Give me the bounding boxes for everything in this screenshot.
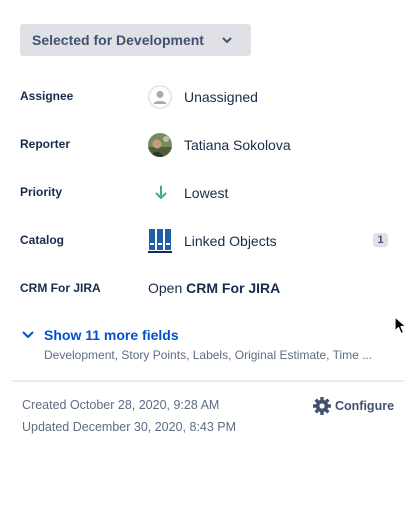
divider [12,380,404,382]
priority-label: Priority [20,185,63,199]
crm-label: CRM For JIRA [20,281,101,295]
status-label: Selected for Development [32,32,204,48]
catalog-count-badge: 1 [373,233,388,247]
crm-link[interactable]: CRM For JIRA [186,280,280,296]
catalog-field[interactable]: Linked Objects [148,229,277,253]
avatar [148,133,172,157]
catalog-icon [148,229,172,253]
updated-date: Updated December 30, 2020, 8:43 PM [22,420,237,434]
user-placeholder-icon [148,85,172,109]
gear-icon [313,397,331,415]
show-more-fields-button[interactable]: Show 11 more fields [22,327,179,343]
assignee-field[interactable]: Unassigned [148,85,258,109]
chevron-down-icon [22,331,34,338]
created-date: Created October 28, 2020, 9:28 AM [22,398,220,412]
priority-value: Lowest [184,185,229,201]
reporter-label: Reporter [20,137,71,151]
configure-button[interactable]: Configure [312,396,394,416]
reporter-field[interactable]: Tatiana Sokolova [148,133,291,157]
configure-label: Configure [335,399,395,413]
more-fields-summary: Development, Story Points, Labels, Origi… [44,348,373,362]
catalog-value: Linked Objects [184,233,277,249]
assignee-value: Unassigned [184,89,258,105]
arrow-down-icon [155,185,167,199]
crm-value-prefix: Open [148,280,183,296]
assignee-label: Assignee [20,89,74,103]
crm-field[interactable]: Open CRM For JIRA [148,280,280,296]
chevron-down-icon [222,37,232,43]
status-dropdown-button[interactable]: Selected for Development [20,24,251,56]
catalog-label: Catalog [20,233,65,247]
cursor-icon [394,316,407,335]
reporter-value: Tatiana Sokolova [184,137,291,153]
priority-field[interactable]: Lowest [148,181,228,205]
show-more-label: Show 11 more fields [44,327,179,343]
